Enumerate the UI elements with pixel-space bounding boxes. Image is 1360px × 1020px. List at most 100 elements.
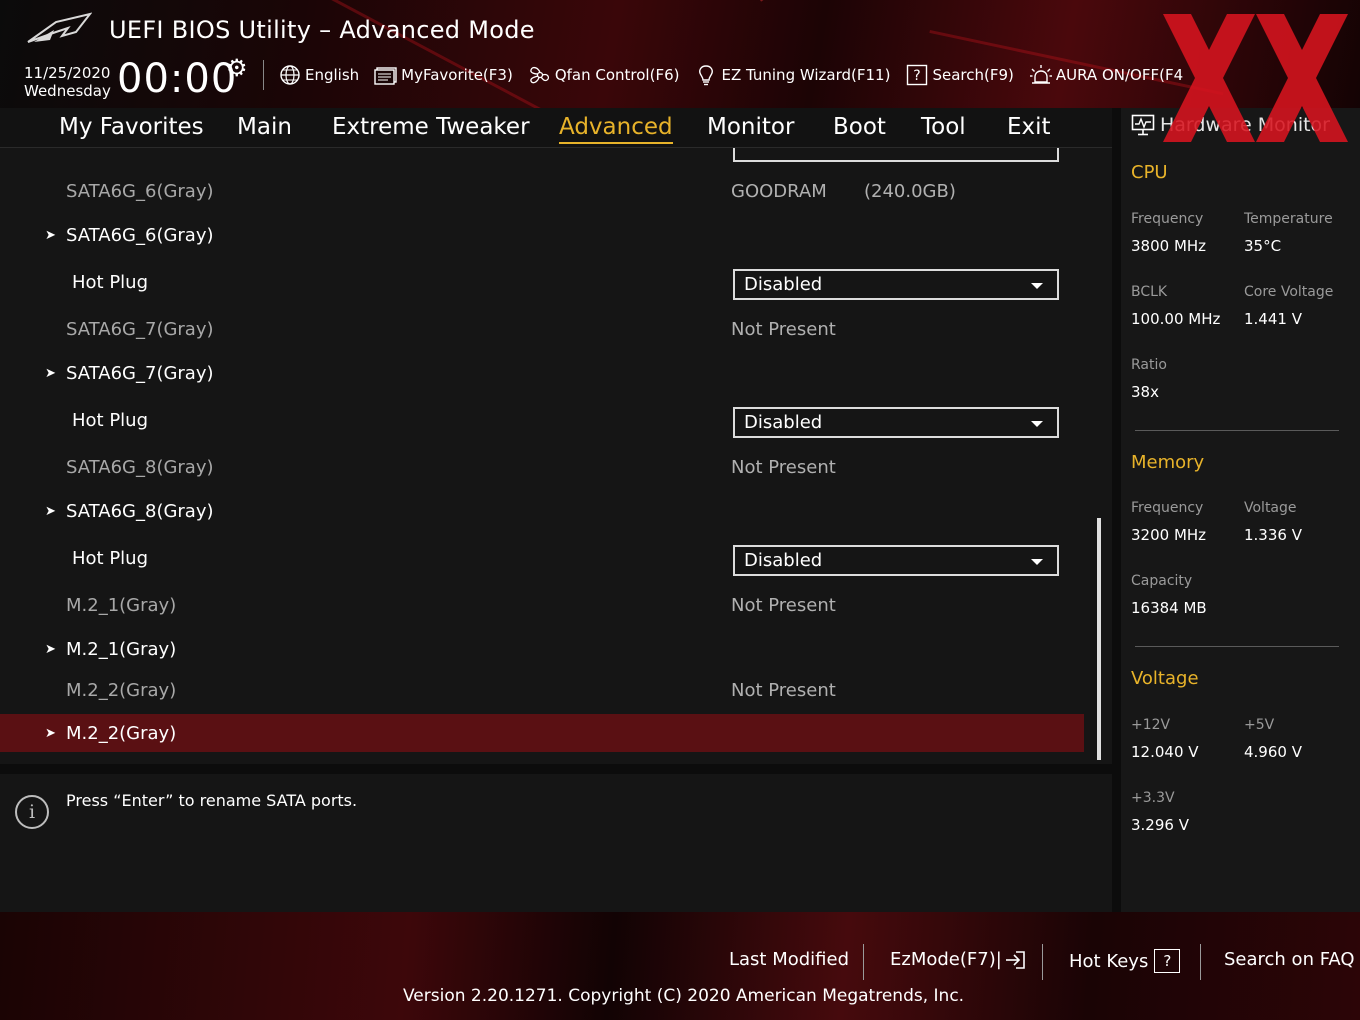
tab-exit[interactable]: Exit	[1007, 112, 1051, 142]
clock: 00:00	[117, 56, 238, 102]
tab-boot[interactable]: Boot	[833, 112, 886, 142]
hot-plug-select[interactable]: Disabled	[733, 545, 1059, 576]
last-modified-label: Last Modified	[729, 949, 850, 970]
help-panel: i Press “Enter” to rename SATA ports.	[0, 774, 1112, 912]
day-text: Wednesday	[24, 82, 111, 100]
footer-divider	[863, 944, 864, 980]
v33-value: 3.296 V	[1131, 816, 1189, 834]
device-status: Not Present	[731, 457, 836, 478]
cpu-frequency-label: Frequency	[1131, 211, 1204, 227]
section-divider	[1135, 646, 1339, 647]
sata6g-6-submenu[interactable]: ➤ SATA6G_6(Gray)	[0, 215, 1084, 255]
device-status: Not Present	[731, 595, 836, 616]
memory-frequency-label: Frequency	[1131, 500, 1204, 516]
memory-capacity-label: Capacity	[1131, 573, 1193, 589]
memory-capacity-value: 16384 MB	[1131, 599, 1207, 617]
bclk-value: 100.00 MHz	[1131, 310, 1221, 328]
sata6g-8-submenu[interactable]: ➤ SATA6G_8(Gray)	[0, 491, 1084, 531]
memory-voltage-value: 1.336 V	[1244, 526, 1302, 544]
header-streak	[760, 0, 975, 2]
header-divider	[263, 60, 264, 90]
myfavorite-button[interactable]: MyFavorite(F3)	[374, 64, 513, 86]
exit-arrow-icon	[1005, 950, 1025, 969]
ez-tuning-wizard-button[interactable]: EZ Tuning Wizard(F11)	[694, 64, 890, 86]
m2-1-submenu[interactable]: ➤ M.2_1(Gray)	[0, 629, 1084, 669]
tab-my-favorites[interactable]: My Favorites	[59, 112, 204, 142]
help-text: Press “Enter” to rename SATA ports.	[66, 791, 358, 810]
tab-extreme-tweaker[interactable]: Extreme Tweaker	[332, 112, 530, 142]
voltage-section-title: Voltage	[1131, 668, 1199, 689]
v33-label: +3.3V	[1131, 790, 1175, 806]
core-voltage-value: 1.441 V	[1244, 310, 1302, 328]
m2-2-submenu-selected[interactable]: ➤ M.2_2(Gray)	[0, 714, 1084, 752]
memory-section-title: Memory	[1131, 452, 1205, 473]
section-divider	[1135, 430, 1339, 431]
last-modified-button[interactable]: Last Modified	[729, 949, 849, 970]
core-voltage-label: Core Voltage	[1244, 284, 1334, 300]
search-on-faq-label: Search on FAQ	[1224, 949, 1355, 970]
help-question-icon: ?	[1154, 949, 1181, 973]
chevron-down-icon	[1031, 559, 1043, 565]
v5-label: +5V	[1244, 717, 1275, 733]
fan-icon	[528, 64, 552, 86]
memory-voltage-label: Voltage	[1244, 500, 1297, 516]
search-button[interactable]: ? Search(F9)	[905, 64, 1014, 86]
search-label: Search(F9)	[932, 66, 1014, 84]
submenu-arrow-icon: ➤	[45, 366, 56, 381]
sata6g-7-submenu[interactable]: ➤ SATA6G_7(Gray)	[0, 353, 1084, 393]
select-value: Disabled	[744, 550, 823, 571]
port-label: M.2_2(Gray)	[66, 680, 177, 701]
memory-frequency-value: 3200 MHz	[1131, 526, 1207, 544]
tab-monitor[interactable]: Monitor	[707, 112, 794, 142]
m2-2-info-row: M.2_2(Gray) Not Present	[0, 670, 1084, 710]
hot-keys-label: Hot Keys	[1069, 950, 1149, 972]
clock-settings-gear-icon[interactable]: ⚙	[226, 54, 248, 82]
aura-toggle-label: AURA ON/OFF(F4	[1055, 66, 1184, 84]
search-on-faq-button[interactable]: Search on FAQ	[1224, 949, 1355, 970]
bclk-label: BCLK	[1131, 284, 1168, 300]
footer-divider	[1200, 944, 1201, 980]
submenu-label: M.2_2(Gray)	[66, 723, 177, 744]
monitor-icon	[1131, 114, 1155, 136]
language-button[interactable]: English	[278, 64, 359, 86]
ezmode-button[interactable]: EzMode(F7)|	[890, 949, 1026, 970]
qfan-control-button[interactable]: Qfan Control(F6)	[528, 64, 680, 86]
settings-list: SATA6G_6(Gray) GOODRAM (240.0GB) ➤ SATA6…	[0, 148, 1112, 764]
footer-bar: Last Modified EzMode(F7)| Hot Keys ? Sea…	[0, 912, 1360, 1020]
language-label: English	[305, 66, 360, 84]
sata6g-6-hot-plug-row: Hot Plug Disabled	[0, 264, 1084, 304]
cpu-temperature-value: 35°C	[1244, 237, 1282, 255]
port-label: SATA6G_8(Gray)	[66, 457, 214, 478]
device-capacity: (240.0GB)	[864, 181, 956, 202]
submenu-arrow-icon: ➤	[45, 642, 56, 657]
ez-tuning-wizard-label: EZ Tuning Wizard(F11)	[721, 66, 891, 84]
myfavorite-label: MyFavorite(F3)	[401, 66, 513, 84]
tab-main[interactable]: Main	[237, 112, 292, 142]
rog-logo	[27, 12, 92, 43]
hot-plug-select[interactable]: Disabled	[733, 407, 1059, 438]
toolbar: English MyFavorite(F3) Qfan Control(F6) …	[278, 62, 1198, 88]
footer-divider	[1042, 944, 1043, 980]
sata6g-6-info-row: SATA6G_6(Gray) GOODRAM (240.0GB)	[0, 171, 1084, 211]
version-text: Version 2.20.1271. Copyright (C) 2020 Am…	[403, 986, 965, 1006]
info-icon: i	[15, 795, 49, 829]
sata6g-8-hot-plug-row: Hot Plug Disabled	[0, 540, 1084, 580]
hardware-monitor-title: Hardware Monitor	[1160, 114, 1330, 136]
qfan-control-label: Qfan Control(F6)	[554, 66, 680, 84]
sata6g-8-info-row: SATA6G_8(Gray) Not Present	[0, 447, 1084, 487]
hot-keys-button[interactable]: Hot Keys ?	[1069, 949, 1181, 973]
setting-label: Hot Plug	[72, 548, 149, 569]
svg-text:?: ?	[914, 68, 921, 84]
scrollbar-thumb[interactable]	[1097, 518, 1101, 760]
header-bar: UEFI BIOS Utility – Advanced Mode 11/25/…	[0, 0, 1360, 108]
tab-tool[interactable]: Tool	[921, 112, 966, 142]
search-help-icon: ?	[905, 64, 929, 86]
cpu-temperature-label: Temperature	[1244, 211, 1333, 227]
date-display: 11/25/2020 Wednesday	[24, 64, 111, 100]
aura-toggle-button[interactable]: AURA ON/OFF(F4	[1029, 64, 1183, 86]
port-label: M.2_1(Gray)	[66, 595, 177, 616]
hot-plug-select[interactable]: Disabled	[733, 269, 1059, 300]
hot-plug-select-partial[interactable]	[733, 148, 1059, 162]
tab-advanced[interactable]: Advanced	[559, 112, 673, 144]
ezmode-label: EzMode(F7)|	[890, 949, 1002, 970]
